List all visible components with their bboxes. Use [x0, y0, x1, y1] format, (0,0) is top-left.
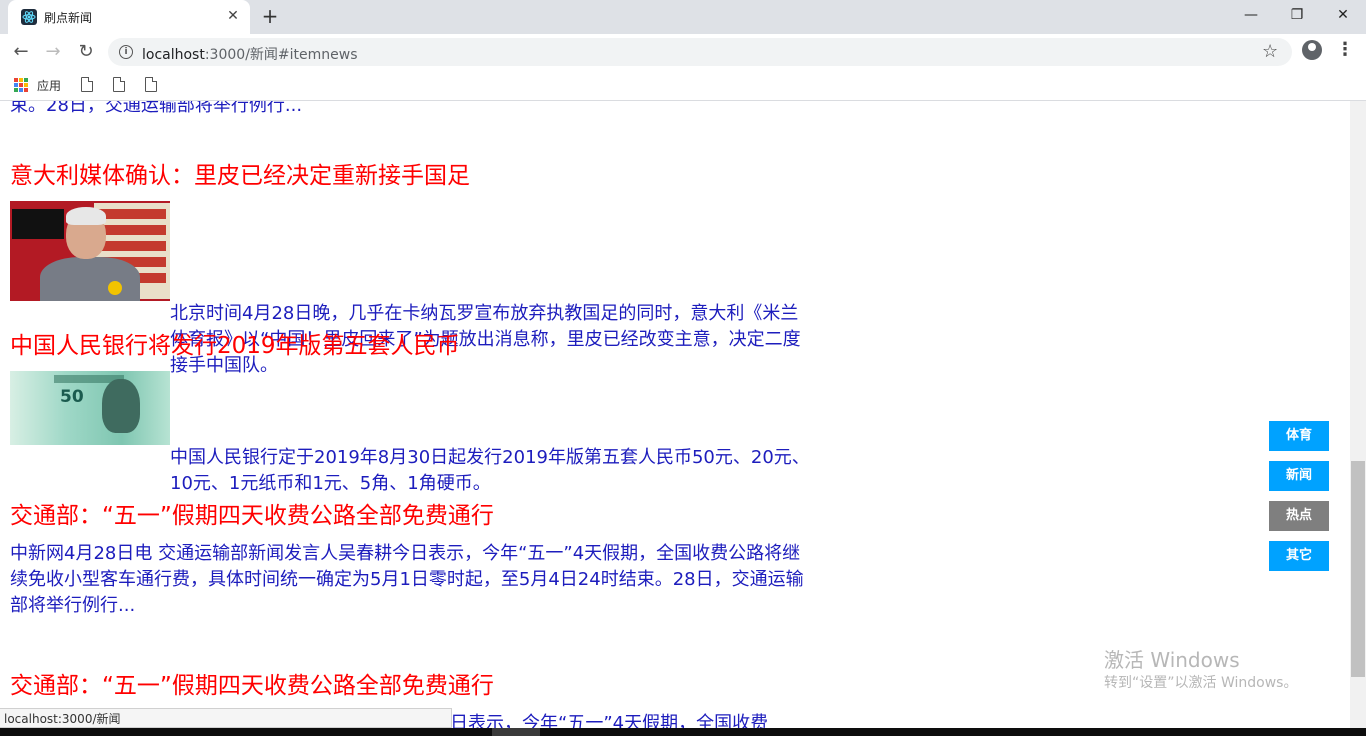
- coach-figure: [40, 257, 140, 301]
- tab-strip: 刷点新闻 ✕ + — ❐ ✕: [0, 0, 1366, 34]
- taskbar-item[interactable]: [492, 728, 540, 736]
- apps-icon[interactable]: [14, 78, 28, 92]
- coach-hair: [66, 207, 106, 225]
- side-nav-other-button[interactable]: 其它: [1269, 541, 1329, 571]
- news-title[interactable]: 交通部：“五一”假期四天收费公路全部免费通行: [10, 671, 810, 701]
- back-button[interactable]: ←: [9, 40, 33, 64]
- menu-icon[interactable]: ⋮: [1336, 40, 1354, 60]
- news-summary: 中国人民银行定于2019年8月30日起发行2019年版第五套人民币50元、20元…: [170, 447, 810, 494]
- news-body: 中新网4月28日电 交通运输部新闻发言人吴春耕今日表示，今年“五一”4天假期，全…: [10, 541, 810, 619]
- watermark-subtitle: 转到“设置”以激活 Windows。: [1104, 675, 1298, 691]
- close-tab-icon[interactable]: ✕: [224, 7, 242, 25]
- bookmark-file-icon[interactable]: [145, 77, 157, 92]
- browser-toolbar: ← → ↻ i localhost:3000/新闻#itemnews ☆: [0, 34, 1366, 70]
- reload-button[interactable]: ↻: [74, 40, 98, 64]
- tab-title: 刷点新闻: [44, 11, 93, 25]
- page-viewport: 束。28日，交通运输部将举行例行... 意大利媒体确认：里皮已经决定重新接手国足…: [0, 101, 1350, 728]
- forward-button[interactable]: →: [41, 40, 65, 64]
- banknote-portrait: [102, 379, 140, 433]
- team-badge: [108, 281, 122, 295]
- watermark-title: 激活 Windows: [1104, 648, 1240, 672]
- maximize-button[interactable]: ❐: [1274, 0, 1320, 30]
- bookmark-file-icon[interactable]: [113, 77, 125, 92]
- news-title[interactable]: 中国人民银行将发行2019年版第五套人民币: [10, 331, 810, 361]
- url-path: :3000/新闻#itemnews: [204, 47, 358, 63]
- bookmark-file-icon[interactable]: [81, 77, 93, 92]
- side-nav-hot-button[interactable]: 热点: [1269, 501, 1329, 531]
- apps-label[interactable]: 应用: [37, 77, 61, 94]
- side-nav-sports-button[interactable]: 体育: [1269, 421, 1329, 451]
- banknote-value: 50: [60, 387, 84, 407]
- side-nav-news-button[interactable]: 新闻: [1269, 461, 1329, 491]
- news-item[interactable]: 中国人民银行将发行2019年版第五套人民币 50 中国人民银行定于2019年8月…: [10, 331, 810, 497]
- news-thumbnail: 50: [10, 371, 170, 445]
- url-host: localhost: [142, 47, 205, 63]
- news-item[interactable]: 交通部：“五一”假期四天收费公路全部免费通行 中新网4月28日电 交通运输部新闻…: [10, 501, 810, 619]
- windows-taskbar: [0, 728, 1366, 736]
- scrollbar-thumb[interactable]: [1351, 461, 1365, 677]
- news-thumbnail: [10, 201, 170, 301]
- news-summary: 中新网4月28日电 交通运输部新闻发言人吴春耕今日表示，今年“五一”4天假期，全…: [10, 543, 804, 616]
- star-icon[interactable]: ☆: [1262, 41, 1278, 62]
- address-bar[interactable]: i localhost:3000/新闻#itemnews ☆: [108, 38, 1292, 66]
- sponsor-board: [12, 209, 64, 239]
- news-body: 50 中国人民银行定于2019年8月30日起发行2019年版第五套人民币50元、…: [10, 371, 810, 497]
- browser-tab[interactable]: 刷点新闻 ✕: [8, 0, 250, 34]
- profile-icon[interactable]: [1302, 40, 1322, 60]
- bookmarks-bar: 应用: [0, 70, 1366, 101]
- minimize-button[interactable]: —: [1228, 0, 1274, 30]
- news-item[interactable]: 束。28日，交通运输部将举行例行...: [10, 101, 810, 119]
- news-title[interactable]: 交通部：“五一”假期四天收费公路全部免费通行: [10, 501, 810, 531]
- news-title[interactable]: 意大利媒体确认：里皮已经决定重新接手国足: [10, 161, 810, 191]
- close-window-button[interactable]: ✕: [1320, 0, 1366, 30]
- news-summary: 束。28日，交通运输部将举行例行...: [10, 101, 303, 116]
- react-favicon-icon: [21, 9, 37, 25]
- link-status-bubble: localhost:3000/新闻: [0, 708, 452, 728]
- info-icon[interactable]: i: [119, 45, 133, 59]
- activation-watermark: 激活 Windows 转到“设置”以激活 Windows。: [1104, 647, 1297, 693]
- new-tab-button[interactable]: +: [258, 5, 282, 29]
- url-text[interactable]: localhost:3000/新闻#itemnews: [142, 44, 358, 64]
